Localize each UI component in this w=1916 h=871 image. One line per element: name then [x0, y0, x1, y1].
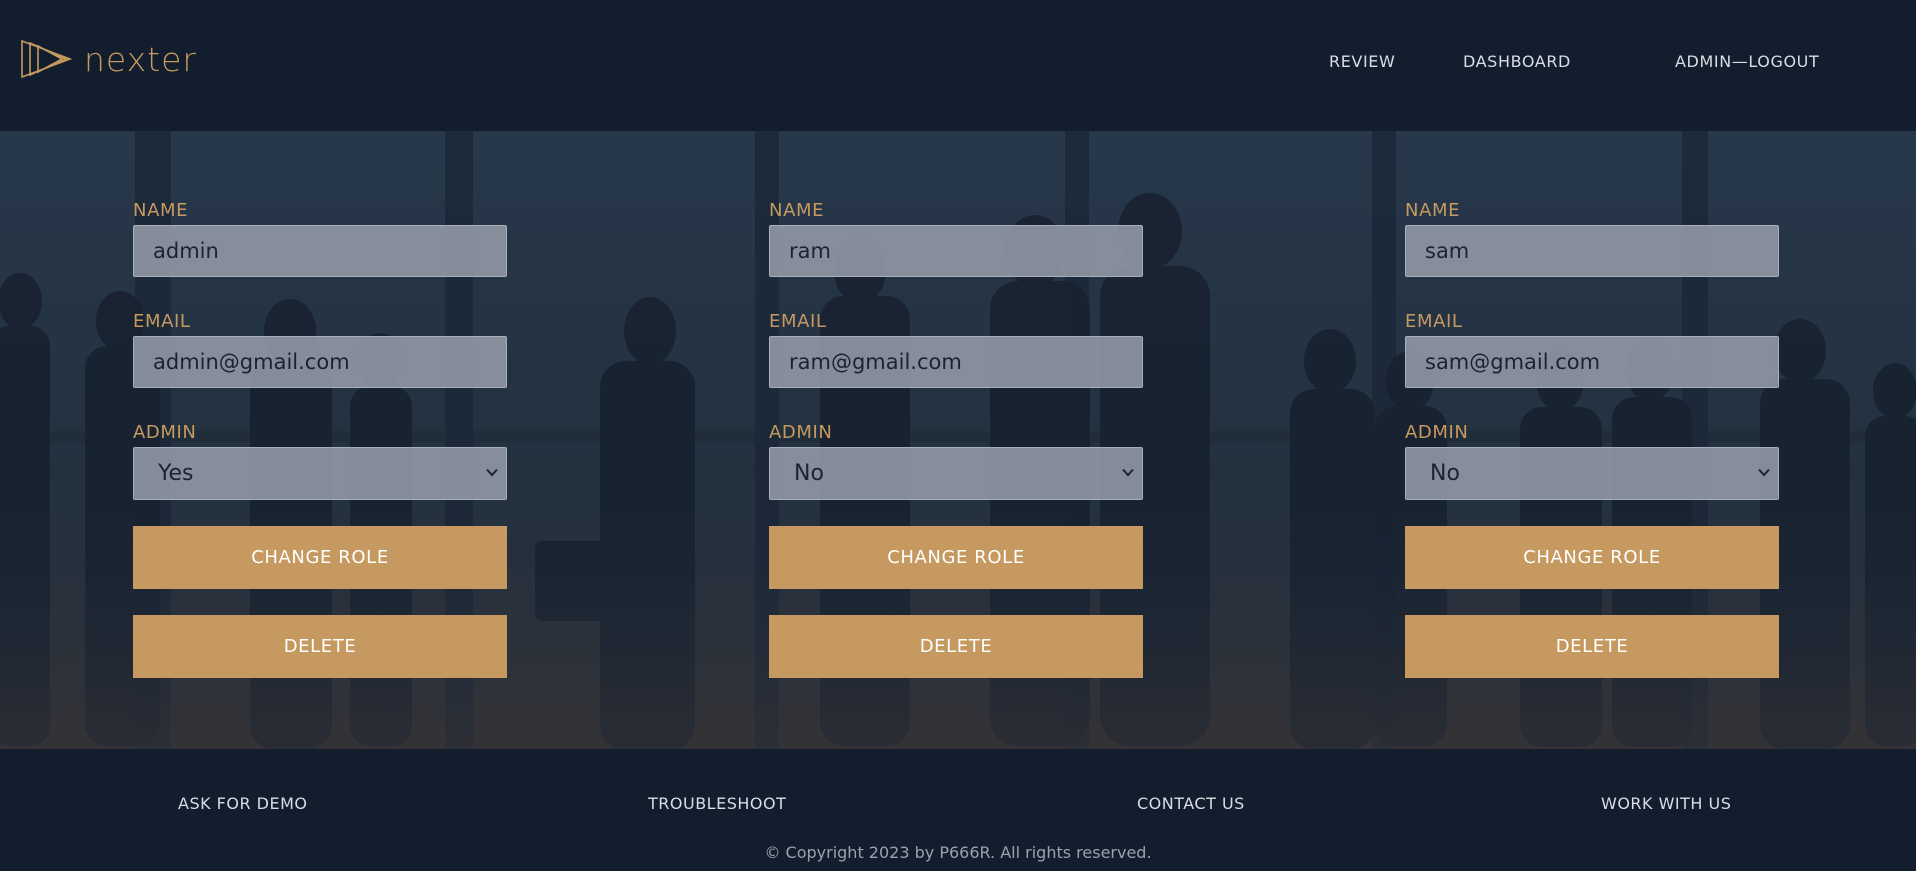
nav-review-link[interactable]: REVIEW [1329, 51, 1395, 73]
change-role-button[interactable]: CHANGE ROLE [1405, 526, 1779, 589]
brand-name: nexter [84, 39, 197, 79]
admin-label: ADMIN [769, 422, 833, 443]
chevron-down-icon [1758, 468, 1770, 477]
admin-select-value: No [1430, 461, 1460, 486]
name-field[interactable] [1405, 225, 1779, 277]
email-field[interactable] [1405, 336, 1779, 388]
site-footer: ASK FOR DEMO TROUBLESHOOT CONTACT US WOR… [0, 749, 1916, 871]
name-field[interactable] [133, 225, 507, 277]
footer-contact-us-link[interactable]: CONTACT US [1137, 793, 1245, 815]
change-role-button[interactable]: CHANGE ROLE [769, 526, 1143, 589]
admin-label: ADMIN [133, 422, 197, 443]
footer-troubleshoot-link[interactable]: TROUBLESHOOT [648, 793, 786, 815]
delete-button[interactable]: DELETE [769, 615, 1143, 678]
triangle-play-logo-icon [21, 39, 72, 79]
change-role-button[interactable]: CHANGE ROLE [133, 526, 507, 589]
site-header: nexter REVIEW DASHBOARD ADMIN—LOGOUT [0, 0, 1916, 131]
name-label: NAME [1405, 200, 1461, 221]
user-card: NAME EMAIL ADMIN No CHANGE ROLE DELETE [1405, 200, 1779, 678]
admin-select[interactable]: No [1405, 447, 1779, 500]
nav-dashboard-link[interactable]: DASHBOARD [1463, 51, 1571, 73]
email-label: EMAIL [1405, 311, 1463, 332]
name-field[interactable] [769, 225, 1143, 277]
name-label: NAME [769, 200, 825, 221]
nav-admin-logout-link[interactable]: ADMIN—LOGOUT [1675, 51, 1819, 73]
footer-work-with-us-link[interactable]: WORK WITH US [1601, 793, 1731, 815]
user-card: NAME EMAIL ADMIN No CHANGE ROLE DELETE [769, 200, 1143, 678]
email-label: EMAIL [769, 311, 827, 332]
admin-select[interactable]: Yes [133, 447, 507, 500]
copyright-text: © Copyright 2023 by P666R. All rights re… [764, 843, 1152, 862]
delete-button[interactable]: DELETE [133, 615, 507, 678]
brand-logo[interactable]: nexter [20, 38, 197, 80]
delete-button[interactable]: DELETE [1405, 615, 1779, 678]
name-label: NAME [133, 200, 189, 221]
admin-select[interactable]: No [769, 447, 1143, 500]
email-label: EMAIL [133, 311, 191, 332]
footer-ask-for-demo-link[interactable]: ASK FOR DEMO [178, 793, 308, 815]
admin-select-value: No [794, 461, 824, 486]
admin-select-value: Yes [158, 461, 194, 486]
admin-label: ADMIN [1405, 422, 1469, 443]
user-card: NAME EMAIL ADMIN Yes CHANGE ROLE DELETE [133, 200, 507, 678]
email-field[interactable] [133, 336, 507, 388]
email-field[interactable] [769, 336, 1143, 388]
chevron-down-icon [1122, 468, 1134, 477]
chevron-down-icon [486, 468, 498, 477]
